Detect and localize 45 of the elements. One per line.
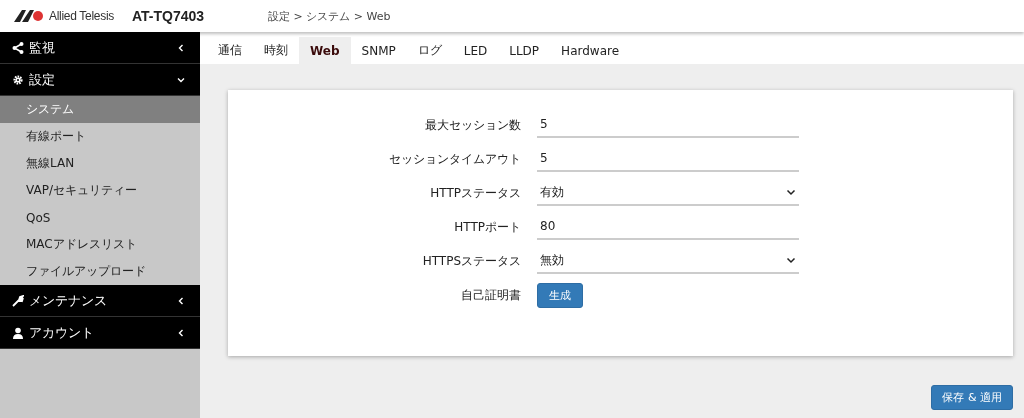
field-label: HTTPSステータス xyxy=(421,252,522,270)
chevron-icon xyxy=(176,295,186,306)
sidebar-section[interactable]: メンテナンス xyxy=(0,285,200,317)
sidebar-item[interactable]: 有線ポート xyxy=(0,123,200,150)
tab[interactable]: Web xyxy=(299,37,351,64)
chevron-icon xyxy=(786,187,796,197)
generate-button[interactable]: 生成 xyxy=(537,282,583,308)
field-label: HTTPステータス xyxy=(429,184,522,202)
select-field[interactable]: 無効 xyxy=(537,248,799,274)
sidebar-item[interactable]: MACアドレスリスト xyxy=(0,231,200,258)
sidebar-section[interactable]: アカウント xyxy=(0,317,200,349)
sidebar-item[interactable]: QoS xyxy=(0,204,200,231)
chevron-icon xyxy=(176,327,186,338)
sidebar-item[interactable]: ファイルアップロード xyxy=(0,258,200,285)
select-field[interactable]: 有効 xyxy=(537,180,799,206)
input-field[interactable]: 5 xyxy=(537,146,799,172)
field-label: HTTPポート xyxy=(453,218,522,236)
chevron-icon xyxy=(786,255,796,265)
logo-icon xyxy=(14,10,46,22)
tab[interactable]: 通信 xyxy=(207,37,253,64)
sidebar-item[interactable]: システム xyxy=(0,96,200,123)
tab[interactable]: LLDP xyxy=(498,37,551,64)
sidebar-item[interactable]: VAP/セキュリティー xyxy=(0,177,200,204)
sidebar-section[interactable]: 監視 xyxy=(0,32,200,64)
input-field[interactable]: 5 xyxy=(537,112,799,138)
tab[interactable]: Hardware xyxy=(550,37,631,64)
model-name: AT-TQ7403 xyxy=(132,8,206,24)
input-field[interactable]: 80 xyxy=(537,214,799,240)
gear-icon xyxy=(12,73,24,86)
share-icon xyxy=(12,41,24,54)
save-button[interactable]: 保存 & 適用 xyxy=(931,385,1013,410)
tab[interactable]: SNMP xyxy=(350,37,407,64)
sidebar-section[interactable]: 設定 xyxy=(0,64,200,96)
brand-name: Allied Telesis xyxy=(49,9,114,23)
field-label: 最大セッション数 xyxy=(424,116,522,134)
chevron-icon xyxy=(176,42,186,53)
tab[interactable]: 時刻 xyxy=(253,37,299,64)
wrench-icon xyxy=(12,294,24,307)
breadcrumb: 設定 > システム > Web xyxy=(268,8,391,24)
field-label: セッションタイムアウト xyxy=(388,150,522,168)
tab[interactable]: ログ xyxy=(406,37,453,64)
user-icon xyxy=(12,326,24,339)
tab[interactable]: LED xyxy=(452,37,499,64)
sidebar-item[interactable]: 無線LAN xyxy=(0,150,200,177)
field-label: 自己証明書 xyxy=(460,286,522,304)
